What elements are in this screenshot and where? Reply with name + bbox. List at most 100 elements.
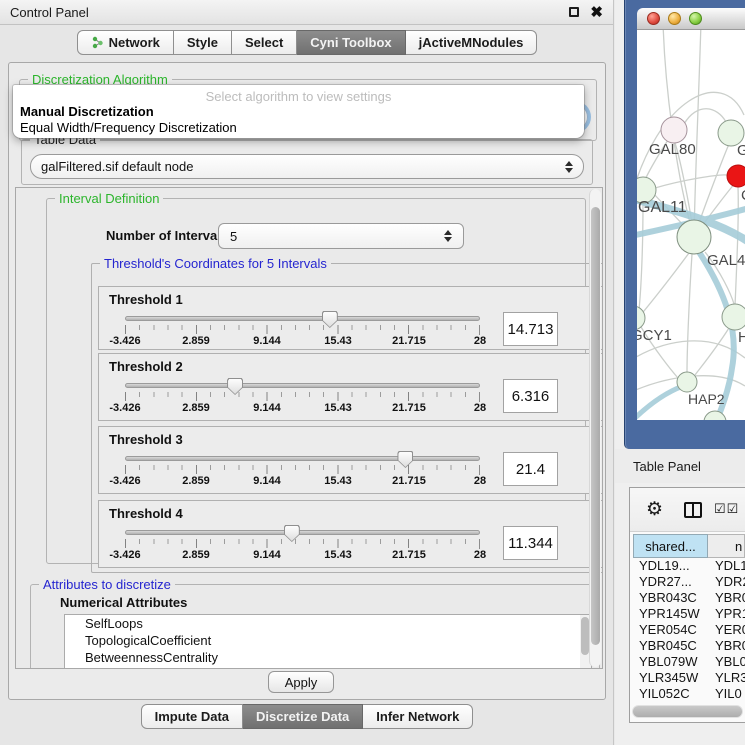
threshold-4-slider[interactable]: -3.4262.8599.14415.4321.71528 — [125, 525, 480, 563]
tab-discretize-data[interactable]: Discretize Data — [243, 704, 363, 729]
table-row[interactable]: YBR045CYBR0 — [633, 638, 745, 654]
number-of-intervals-label: Number of Intervals — [106, 228, 228, 243]
threshold-1-slider[interactable]: -3.4262.8599.14415.4321.71528 — [125, 311, 480, 349]
slider-track[interactable] — [125, 530, 480, 535]
tab-label: Network — [109, 35, 160, 50]
table-row[interactable]: YBL079WYBL0 — [633, 654, 745, 670]
slider-ticks — [125, 465, 480, 475]
algorithm-dropdown-popup: Select algorithm to view settings Manual… — [13, 85, 584, 138]
tab-network[interactable]: Network — [77, 30, 174, 55]
node-label-c: C — [741, 187, 745, 204]
interval-definition-group: Interval Definition Number of Intervals … — [46, 198, 586, 564]
slider-ticks — [125, 325, 480, 335]
node-selected-red[interactable] — [727, 165, 745, 187]
list-item[interactable]: TopologicalCoefficient — [65, 632, 591, 649]
settings-scroll-pane: Interval Definition Number of Intervals … — [15, 187, 603, 669]
network-window-titlebar — [637, 8, 745, 30]
slider-tick-labels: -3.4262.8599.14415.4321.71528 — [125, 402, 480, 414]
table-row[interactable]: YBR043CYBR0 — [633, 590, 745, 606]
tab-label: Select — [245, 35, 283, 50]
table-panel: ⚙ ☑☑ shared... n YDL19...YDL1 YDR27...YD… — [629, 487, 745, 723]
group-title: Threshold's Coordinates for 5 Intervals — [100, 256, 331, 271]
threshold-label: Threshold 4 — [109, 506, 183, 521]
tab-infer-network[interactable]: Infer Network — [363, 704, 473, 729]
table-row[interactable]: YPR145WYPR1 — [633, 606, 745, 622]
node-label-g: G — [737, 142, 745, 159]
slider-tick-labels: -3.4262.8599.14415.4321.71528 — [125, 335, 480, 347]
node-hap2[interactable] — [677, 372, 697, 392]
slider-track[interactable] — [125, 456, 480, 461]
combo-arrows-icon — [565, 161, 573, 173]
table-toolbar: ⚙ ☑☑ — [630, 488, 745, 532]
scrollbar-thumb[interactable] — [591, 207, 600, 645]
split-columns-icon[interactable] — [684, 502, 702, 518]
settings-vertical-scrollbar[interactable] — [589, 189, 601, 667]
column-header-shared-name[interactable]: shared... — [633, 534, 708, 558]
float-window-icon[interactable] — [569, 7, 579, 17]
slider-ticks — [125, 539, 480, 549]
threshold-2-value-field[interactable] — [503, 379, 558, 413]
threshold-2-slider[interactable]: -3.4262.8599.14415.4321.71528 — [125, 378, 480, 416]
close-icon[interactable]: ✖ — [590, 5, 603, 20]
node-label-gal4: GAL4 — [707, 252, 745, 269]
tab-label: Discretize Data — [256, 709, 349, 724]
dropdown-hint: Select algorithm to view settings — [13, 89, 584, 104]
threshold-4-value-field[interactable] — [503, 526, 558, 560]
group-title: Interval Definition — [55, 191, 163, 206]
option-manual-discretization[interactable]: Manual Discretization — [16, 103, 581, 120]
tab-label: Style — [187, 35, 218, 50]
node-label-hap2: HAP2 — [688, 391, 725, 407]
list-item[interactable]: SelfLoops — [65, 615, 591, 632]
node-label-gcy1: GCY1 — [637, 327, 672, 344]
threshold-2-panel: Threshold 2 -3.4262.8599.14415.4321.7152… — [98, 353, 603, 421]
gear-icon[interactable]: ⚙ — [646, 498, 663, 521]
slider-track[interactable] — [125, 383, 480, 388]
table-row[interactable]: YLR345WYLR3 — [633, 670, 745, 686]
list-item[interactable]: BetweennessCentrality — [65, 649, 591, 666]
scrollbar-thumb[interactable] — [633, 706, 742, 717]
table-row[interactable]: YDR27...YDR2 — [633, 574, 745, 590]
network-canvas[interactable]: GAL80 G C GAL11 GAL4 GCY1 H HAP2 — [637, 30, 745, 420]
node-label-h: H — [738, 329, 745, 346]
slider-ticks — [125, 392, 480, 402]
apply-button[interactable]: Apply — [268, 671, 334, 693]
table-row[interactable]: YDL19...YDL1 — [633, 558, 745, 574]
bottom-tab-bar: Impute Data Discretize Data Infer Networ… — [0, 704, 614, 729]
threshold-3-value-field[interactable] — [503, 452, 558, 486]
panel-title: Control Panel — [10, 5, 89, 20]
slider-track[interactable] — [125, 316, 480, 321]
minimize-traffic-light-icon[interactable] — [668, 12, 681, 25]
table-row[interactable]: YIL052CYIL0 — [633, 686, 745, 702]
threshold-label: Threshold 1 — [109, 292, 183, 307]
tab-label: jActiveMNodules — [419, 35, 524, 50]
right-side: GAL80 G C GAL11 GAL4 GCY1 H HAP2 Table P… — [615, 0, 745, 745]
table-panel-title: Table Panel — [633, 459, 701, 474]
slider-tick-labels: -3.4262.8599.14415.4321.71528 — [125, 549, 480, 561]
numerical-attributes-list[interactable]: SelfLoops TopologicalCoefficient Between… — [64, 614, 592, 669]
threshold-4-panel: Threshold 4 -3.4262.8599.14415.4321.7152… — [98, 500, 603, 568]
select-columns-icon[interactable]: ☑☑ — [714, 501, 739, 517]
group-title: Attributes to discretize — [39, 577, 175, 592]
column-header-name[interactable]: n — [708, 534, 745, 558]
number-of-intervals-spinner[interactable]: 5 — [218, 223, 464, 249]
threshold-label: Threshold 2 — [109, 359, 183, 374]
threshold-1-value-field[interactable] — [503, 312, 558, 346]
node-gal4[interactable] — [677, 220, 711, 254]
close-traffic-light-icon[interactable] — [647, 12, 660, 25]
tab-select[interactable]: Select — [232, 30, 297, 55]
threshold-3-slider[interactable]: -3.4262.8599.14415.4321.71528 — [125, 451, 480, 489]
table-row[interactable]: YER054CYER0 — [633, 622, 745, 638]
tab-cyni-toolbox[interactable]: Cyni Toolbox — [297, 30, 405, 55]
thresholds-group: Threshold's Coordinates for 5 Intervals … — [91, 263, 603, 573]
zoom-traffic-light-icon[interactable] — [689, 12, 702, 25]
option-equal-width-frequency[interactable]: Equal Width/Frequency Discretization — [16, 119, 581, 136]
tab-jactivemnodules[interactable]: jActiveMNodules — [406, 30, 538, 55]
table-header-row: shared... n — [633, 534, 745, 558]
tab-style[interactable]: Style — [174, 30, 232, 55]
table-panel-titlebar: Table Panel — [615, 449, 745, 483]
node-h[interactable] — [722, 304, 745, 330]
table-data-select[interactable]: galFiltered.sif default node — [30, 154, 584, 179]
table-horizontal-scrollbar[interactable] — [632, 705, 743, 718]
tab-impute-data[interactable]: Impute Data — [141, 704, 243, 729]
node-gal80[interactable] — [661, 117, 687, 143]
